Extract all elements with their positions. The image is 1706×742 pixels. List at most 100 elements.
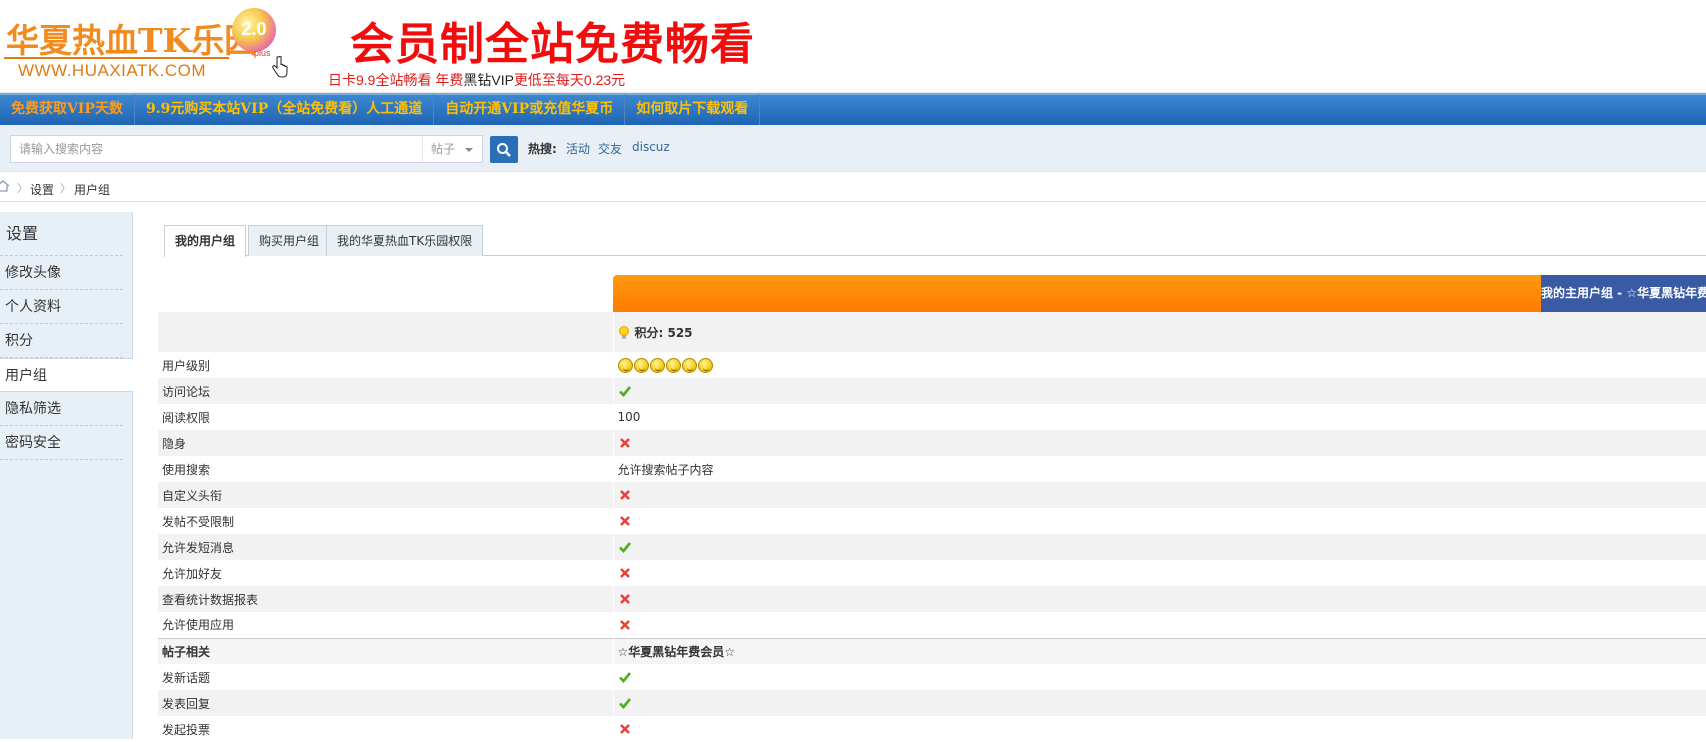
logo-badge: 2.0 [232, 8, 276, 52]
search-button[interactable] [490, 136, 518, 163]
permission-value [612, 612, 1706, 638]
smile-icon [665, 357, 681, 373]
cross-icon [619, 438, 630, 449]
check-icon [618, 542, 631, 554]
logo-plus: plus [254, 48, 271, 58]
permission-label: 访问论坛 [158, 378, 613, 404]
permission-label: 发新话题 [162, 670, 211, 685]
ad-banner-subtitle[interactable]: 日卡9.9全站畅看 年费黑钻VIP更低至每天0.23元 [328, 70, 625, 90]
permission-row: 允许加好友 [158, 560, 1706, 586]
permission-value [612, 534, 1706, 560]
ad-banner-title[interactable]: 会员制全站免费畅看 [350, 8, 755, 72]
permission-label: 阅读权限 [162, 410, 211, 425]
smile-icon [633, 357, 649, 373]
permission-row: 允许使用应用 [158, 612, 1706, 638]
nav-item-howto[interactable]: 如何取片下载观看 [625, 94, 761, 126]
cross-icon [619, 568, 630, 579]
tab-buy-usergroup[interactable]: 购买用户组 [248, 225, 331, 256]
permission-row: 阅读权限 100 [158, 404, 1706, 430]
hot-search-label: 热搜: [528, 142, 557, 156]
home-icon[interactable] [0, 180, 10, 192]
site-header: 华夏热血TK乐园 WWW.HUAXIATK.COM 2.0 plus 会员制全站… [0, 0, 1706, 93]
permission-row: 帖子相关 ☆华夏黑钻年费会员☆ [158, 637, 1706, 664]
permission-row: 隐身 [158, 430, 1706, 456]
permission-value: ☆华夏黑钻年费会员☆ [612, 637, 1706, 664]
cross-icon [619, 724, 630, 735]
chevron-down-icon [465, 148, 473, 152]
permission-value [612, 716, 1706, 742]
score-row-label [158, 312, 613, 352]
hand-cursor-icon [272, 56, 288, 78]
tab-my-usergroup[interactable]: 我的用户组 [164, 225, 247, 257]
hot-link-discuz[interactable]: discuz [632, 140, 670, 154]
ad-sub-part1: 日卡9.9全站畅看 年费 [328, 72, 464, 88]
permission-value [612, 430, 1706, 456]
smile-icon [617, 357, 633, 373]
cross-icon [619, 620, 630, 630]
search-type-select[interactable]: 帖子 [422, 135, 483, 163]
search-bar: 请输入搜索内容 帖子 热搜: 活动 交友 discuz [0, 125, 1706, 172]
main-content: 我的用户组 购买用户组 我的华夏热血TK乐园权限 我的主用户组 - ☆华夏黑钻年… [134, 212, 1706, 742]
permission-row: 发表回复 [158, 690, 1706, 716]
permission-label: 使用搜索 [162, 462, 211, 477]
nav-item-auto-vip[interactable]: 自动开通VIP或充值华夏币 [434, 94, 626, 126]
permission-label: 用户级别 [162, 358, 211, 373]
sidebar-item-password[interactable]: 密码安全 [0, 426, 123, 460]
smile-icon [697, 357, 713, 373]
permission-row: 自定义头衔 [158, 482, 1706, 508]
permission-label: 自定义头衔 [158, 482, 613, 508]
main-group-title: 我的主用户组 - ☆华夏黑钻年费会员☆ [1541, 275, 1706, 312]
logo-underline [4, 57, 229, 59]
hot-link-friends[interactable]: 交友 [598, 140, 622, 157]
permission-value: 允许搜索帖子内容 [612, 456, 1706, 482]
permission-row: 使用搜索 允许搜索帖子内容 [158, 456, 1706, 482]
cross-icon [619, 516, 630, 527]
permission-label: 允许发短消息 [158, 534, 613, 560]
hot-link-activity[interactable]: 活动 [566, 140, 590, 157]
score-cell: 积分: 525 [612, 312, 1706, 352]
ad-sub-part3: 更低至每天0.23元 [513, 72, 626, 88]
nav-item-free-vip[interactable]: 免费获取VIP天数 [0, 94, 135, 126]
permission-value [612, 586, 1706, 612]
lightbulb-icon [618, 326, 629, 339]
permission-value [612, 482, 1706, 508]
search-type-label: 帖子 [431, 142, 456, 156]
check-icon [618, 698, 631, 710]
permissions-table: 积分: 525 用户级别访问论坛 阅读权限 100 隐身使用搜索 允许搜索帖子内容 自定义… [158, 312, 1706, 742]
score-row: 积分: 525 [158, 312, 1706, 352]
sidebar-item-credits[interactable]: 积分 [0, 324, 123, 358]
score-text: 积分: 525 [634, 325, 693, 340]
permission-label: 允许加好友 [162, 566, 223, 581]
search-input[interactable]: 请输入搜索内容 [10, 135, 423, 163]
sidebar-item-profile[interactable]: 个人资料 [0, 290, 123, 324]
cross-icon [619, 594, 630, 605]
permission-value [612, 352, 1706, 378]
sidebar-title: 设置 [0, 212, 123, 256]
breadcrumb-separator: 〉 [60, 182, 71, 195]
sidebar-item-avatar[interactable]: 修改头像 [0, 256, 123, 290]
smile-icon [681, 357, 697, 373]
breadcrumb-usergroup[interactable]: 用户组 [74, 181, 110, 198]
cross-icon [619, 490, 630, 501]
permission-row: 发帖不受限制 [158, 508, 1706, 534]
breadcrumb-settings[interactable]: 设置 [30, 181, 54, 198]
ad-sub-part2: 黑钻VIP [463, 72, 514, 88]
main-nav: 免费获取VIP天数 9.9元购买本站VIP（全站免费看）人工通道 自动开通VIP… [0, 93, 1706, 126]
permission-row: 发起投票 [158, 716, 1706, 742]
permission-value [612, 378, 1706, 404]
permission-label: 发表回复 [158, 690, 613, 716]
nav-item-buy-vip[interactable]: 9.9元购买本站VIP（全站免费看）人工通道 [135, 94, 435, 126]
permission-label: 帖子相关 [158, 637, 613, 664]
tab-my-permissions[interactable]: 我的华夏热血TK乐园权限 [326, 225, 484, 256]
breadcrumb: 〉 设置 〉 用户组 [0, 172, 1706, 202]
permission-label: 隐身 [158, 430, 613, 456]
logo-url: WWW.HUAXIATK.COM [18, 61, 207, 80]
permission-row: 访问论坛 [158, 378, 1706, 404]
permission-label: 发帖不受限制 [162, 514, 235, 529]
permission-row: 用户级别 [158, 352, 1706, 378]
sidebar-item-usergroup[interactable]: 用户组 [0, 358, 133, 392]
permission-value [612, 664, 1706, 690]
permission-label: 允许使用应用 [162, 618, 235, 633]
sidebar-item-privacy[interactable]: 隐私筛选 [0, 392, 123, 426]
site-logo[interactable]: 华夏热血TK乐园 WWW.HUAXIATK.COM 2.0 plus [4, 8, 288, 88]
